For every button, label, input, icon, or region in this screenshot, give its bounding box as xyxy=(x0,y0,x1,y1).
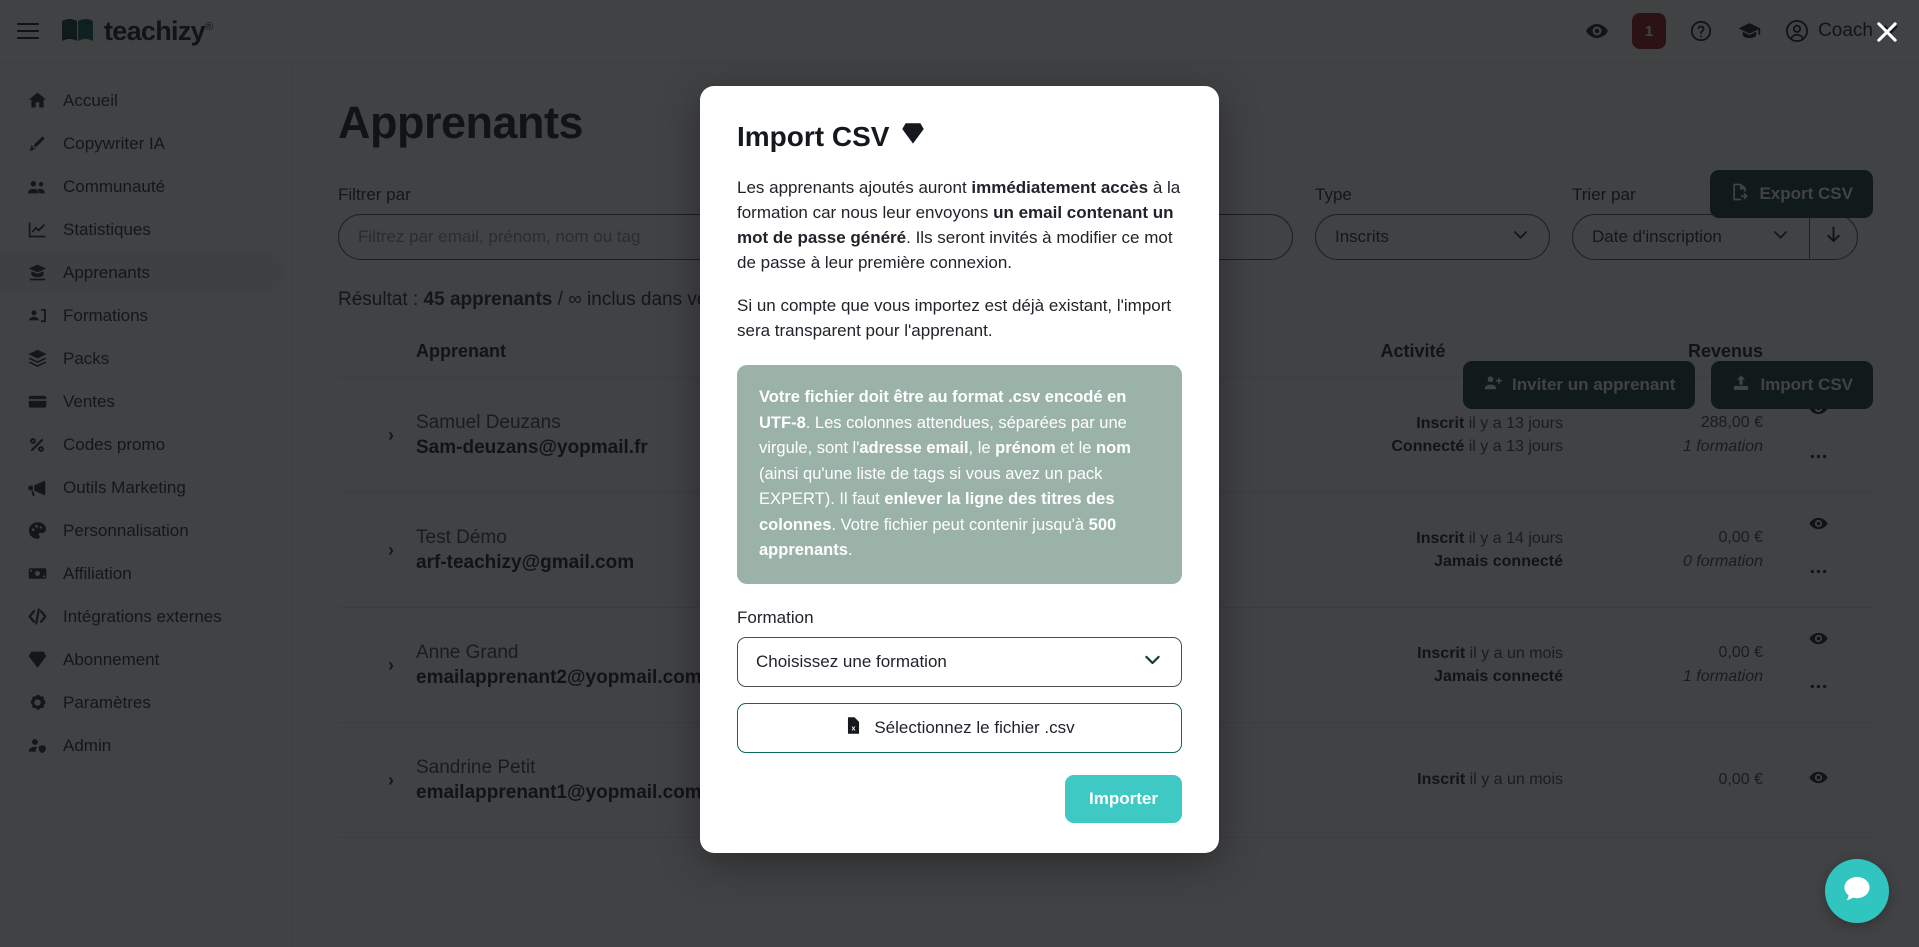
info-text-3: et le xyxy=(1055,439,1097,458)
formation-field-label: Formation xyxy=(737,607,814,627)
p1-text-1: Les apprenants ajoutés auront xyxy=(737,178,972,197)
info-bold-2: adresse email xyxy=(859,439,969,458)
csv-file-picker-label: Sélectionnez le fichier .csv xyxy=(874,717,1075,737)
info-text-6: . xyxy=(847,541,853,560)
formation-select[interactable]: Choisissez une formation xyxy=(737,636,1182,687)
modal-title-text: Import CSV xyxy=(737,120,890,152)
chat-bubble-icon xyxy=(1841,873,1873,910)
csv-file-icon: x xyxy=(844,716,863,740)
modal-paragraph-2: Si un compte que vous importez est déjà … xyxy=(737,295,1172,340)
csv-file-picker[interactable]: x Sélectionnez le fichier .csv xyxy=(737,702,1182,753)
chat-bubble-button[interactable] xyxy=(1825,859,1889,923)
modal-title: Import CSV xyxy=(737,120,1182,153)
p1-bold-1: immédiatement accès xyxy=(971,178,1149,197)
info-text-5: . Votre fichier peut contenir jusqu'à xyxy=(831,515,1089,534)
info-text-2: , le xyxy=(968,439,996,458)
info-bold-4: nom xyxy=(1096,439,1131,458)
close-icon[interactable] xyxy=(1869,14,1905,50)
diamond-icon xyxy=(900,120,926,153)
modal-paragraph-1: Les apprenants ajoutés auront immédiatem… xyxy=(737,175,1182,276)
modal-info-box: Votre fichier doit être au format .csv e… xyxy=(737,364,1182,584)
submit-import-button[interactable]: Importer xyxy=(1065,774,1182,823)
chevron-down-icon xyxy=(1142,649,1163,675)
modal-actions: Importer xyxy=(737,774,1182,823)
import-csv-modal: Import CSV Les apprenants ajoutés auront… xyxy=(700,86,1219,853)
svg-text:x: x xyxy=(852,725,856,733)
info-bold-3: prénom xyxy=(995,439,1056,458)
formation-select-value: Choisissez une formation xyxy=(756,651,947,671)
